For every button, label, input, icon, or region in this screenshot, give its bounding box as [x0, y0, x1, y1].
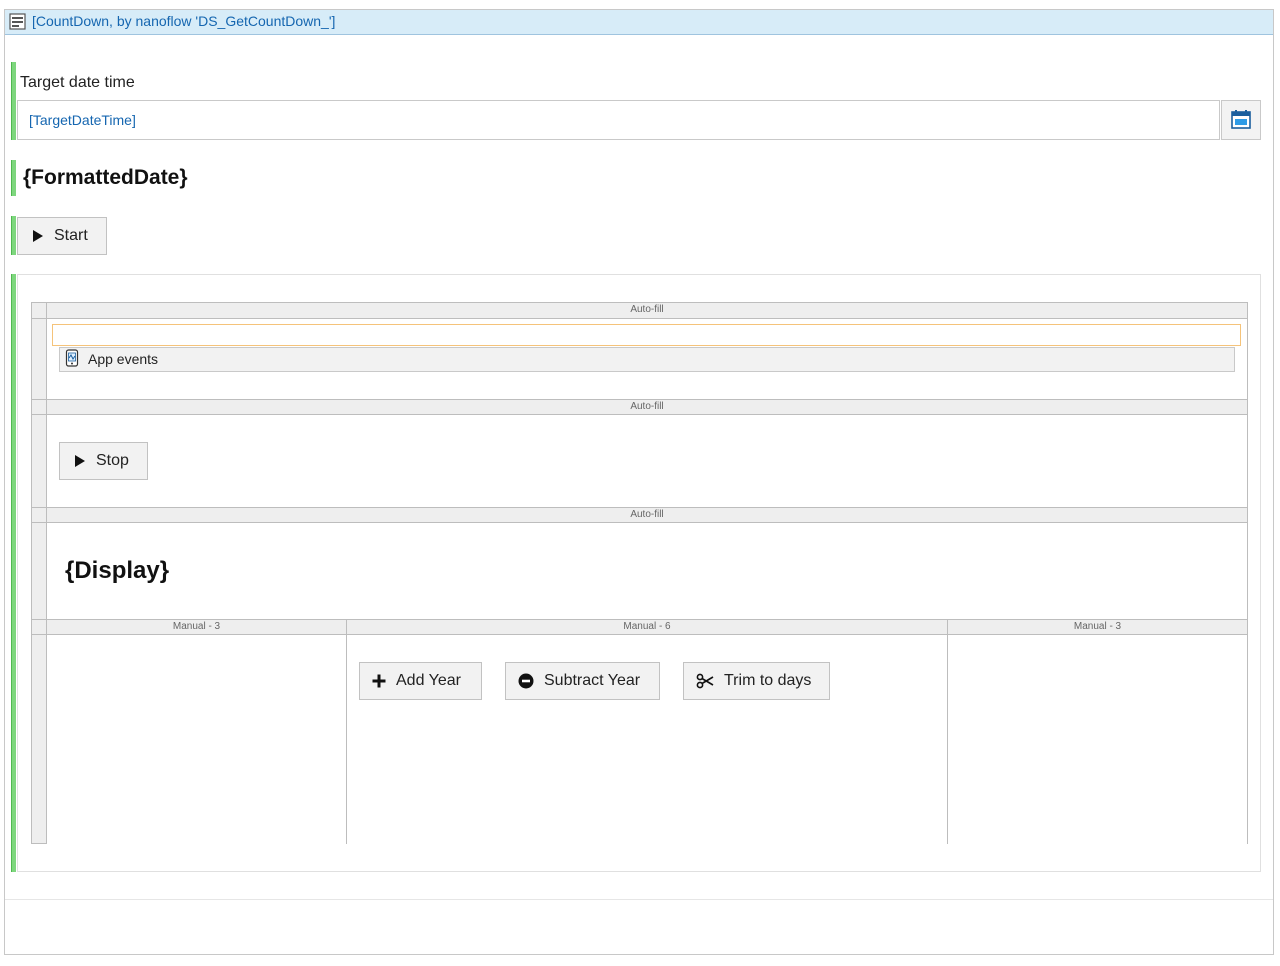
grid-corner: [31, 302, 47, 319]
row3-cell[interactable]: [46, 522, 1248, 620]
row3-handle[interactable]: [31, 522, 47, 620]
row2-cell[interactable]: [46, 414, 1248, 508]
stop-button[interactable]: Stop: [59, 442, 148, 480]
trim-to-days-label: Trim to days: [724, 672, 812, 689]
column-cell-3[interactable]: [947, 634, 1248, 844]
scissors-icon: [696, 673, 714, 689]
add-year-label: Add Year: [396, 672, 461, 689]
grid-corner: [31, 507, 47, 523]
subtract-year-label: Subtract Year: [544, 672, 641, 689]
app-events-label: App events: [88, 351, 159, 367]
app-events-widget[interactable]: [59, 347, 1235, 372]
row4-handle[interactable]: [31, 634, 47, 844]
display-text: {Display}: [65, 557, 170, 584]
widget-marker: [11, 274, 16, 872]
play-icon: [33, 230, 43, 242]
widget-marker: [11, 160, 16, 196]
app-events-icon: [65, 349, 79, 367]
formatted-date-text: {FormattedDate}: [23, 166, 188, 189]
trim-to-days-button[interactable]: Trim to days: [683, 662, 830, 700]
column-header-3[interactable]: Manual - 3: [947, 619, 1248, 635]
row1-header[interactable]: Auto-fill: [46, 302, 1248, 319]
row1-handle[interactable]: [31, 318, 47, 400]
add-year-button[interactable]: Add Year: [359, 662, 482, 700]
dataview-icon: [9, 13, 26, 30]
row3-header[interactable]: Auto-fill: [46, 507, 1248, 523]
start-button[interactable]: Start: [17, 217, 107, 255]
plus-icon: [372, 674, 386, 688]
stop-button-label: Stop: [96, 452, 129, 469]
column-header-1[interactable]: Manual - 3: [46, 619, 347, 635]
widget-marker: [11, 216, 16, 255]
calendar-button[interactable]: [1221, 100, 1261, 140]
column-cell-1[interactable]: [46, 634, 347, 844]
dataview-footer-divider: [5, 899, 1273, 900]
widget-marker: [11, 62, 16, 140]
grid-corner: [31, 399, 47, 415]
dataview-title: [CountDown, by nanoflow 'DS_GetCountDown…: [32, 13, 336, 29]
row2-header[interactable]: Auto-fill: [46, 399, 1248, 415]
minus-circle-icon: [518, 673, 534, 689]
target-date-input[interactable]: [17, 100, 1220, 140]
snippet-dropzone[interactable]: [52, 324, 1241, 346]
start-button-label: Start: [54, 227, 88, 244]
target-date-value: [TargetDateTime]: [29, 112, 136, 128]
row2-handle[interactable]: [31, 414, 47, 508]
column-header-2[interactable]: Manual - 6: [346, 619, 948, 635]
calendar-icon: [1231, 110, 1251, 129]
target-date-label: Target date time: [20, 74, 135, 91]
subtract-year-button[interactable]: Subtract Year: [505, 662, 660, 700]
grid-corner: [31, 619, 47, 635]
play-icon: [75, 455, 85, 467]
